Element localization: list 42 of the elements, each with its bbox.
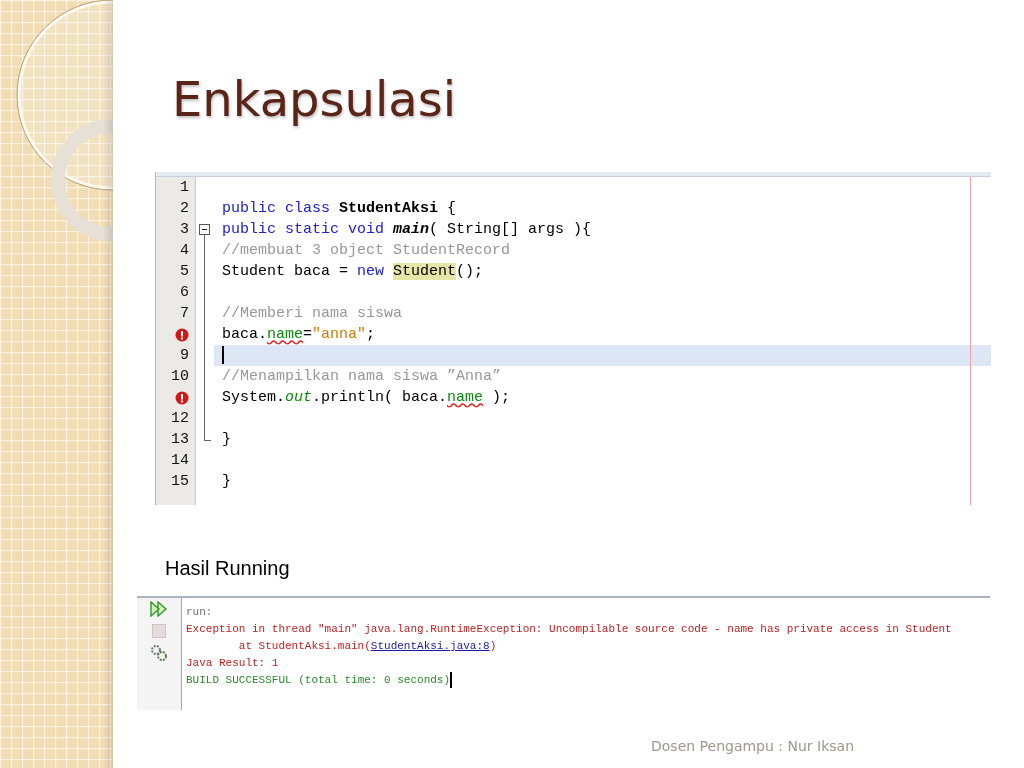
error-icon bbox=[175, 390, 189, 405]
console-line: Java Result: 1 bbox=[186, 657, 279, 669]
gears-icon bbox=[150, 644, 168, 662]
line-number: 15 bbox=[171, 472, 189, 492]
code-line: System.out.println( baca.name ); bbox=[222, 389, 511, 406]
slide-title: Enkapsulasi bbox=[172, 70, 457, 129]
options-button[interactable] bbox=[149, 644, 169, 662]
code-line: public static void main( String[] args ){ bbox=[222, 221, 592, 238]
code-line: //Memberi nama siswa bbox=[222, 305, 403, 322]
code-line: public class StudentAksi { bbox=[222, 200, 457, 217]
error-icon bbox=[175, 327, 189, 342]
stack-trace-link[interactable]: StudentAksi.java:8 bbox=[370, 640, 490, 652]
console-line: at StudentAksi.main(StudentAksi.java:8) bbox=[237, 640, 497, 652]
line-number: 1 bbox=[180, 178, 189, 198]
line-number: 9 bbox=[180, 346, 189, 366]
line-number: 4 bbox=[180, 241, 189, 261]
code-line: //Menampilkan nama siswa ”Anna” bbox=[222, 368, 502, 385]
slide-footer: Dosen Pengampu : Nur Iksan bbox=[651, 738, 855, 754]
line-number: 6 bbox=[180, 283, 189, 303]
text-caret bbox=[222, 346, 224, 365]
line-number: 13 bbox=[171, 430, 189, 450]
rerun-button[interactable] bbox=[149, 600, 169, 618]
code-line: } bbox=[222, 431, 231, 448]
line-number: 14 bbox=[171, 451, 189, 471]
console-line: run: bbox=[186, 606, 213, 618]
section-heading: Hasil Running bbox=[165, 557, 290, 580]
console-line: BUILD SUCCESSFUL (total time: 0 seconds) bbox=[186, 674, 451, 686]
double-play-icon bbox=[150, 601, 168, 617]
line-number: 3 bbox=[180, 220, 189, 240]
line-number: 10 bbox=[171, 367, 189, 387]
code-line: } bbox=[222, 473, 231, 490]
stop-icon bbox=[152, 624, 166, 638]
text-caret bbox=[450, 672, 453, 689]
line-number: 2 bbox=[180, 199, 189, 219]
collapse-icon[interactable] bbox=[199, 224, 210, 235]
line-number: 12 bbox=[171, 409, 189, 429]
line-number: 5 bbox=[180, 262, 189, 282]
code-line: baca.name="anna"; bbox=[222, 326, 376, 343]
code-line: Student baca = new Student(); bbox=[222, 263, 484, 280]
code-line: //membuat 3 object StudentRecord bbox=[222, 242, 511, 259]
line-number: 7 bbox=[180, 304, 189, 324]
console-line: Exception in thread "main" java.lang.RuntimeException: Uncompilable source code - name has private access in Student bbox=[186, 623, 952, 635]
